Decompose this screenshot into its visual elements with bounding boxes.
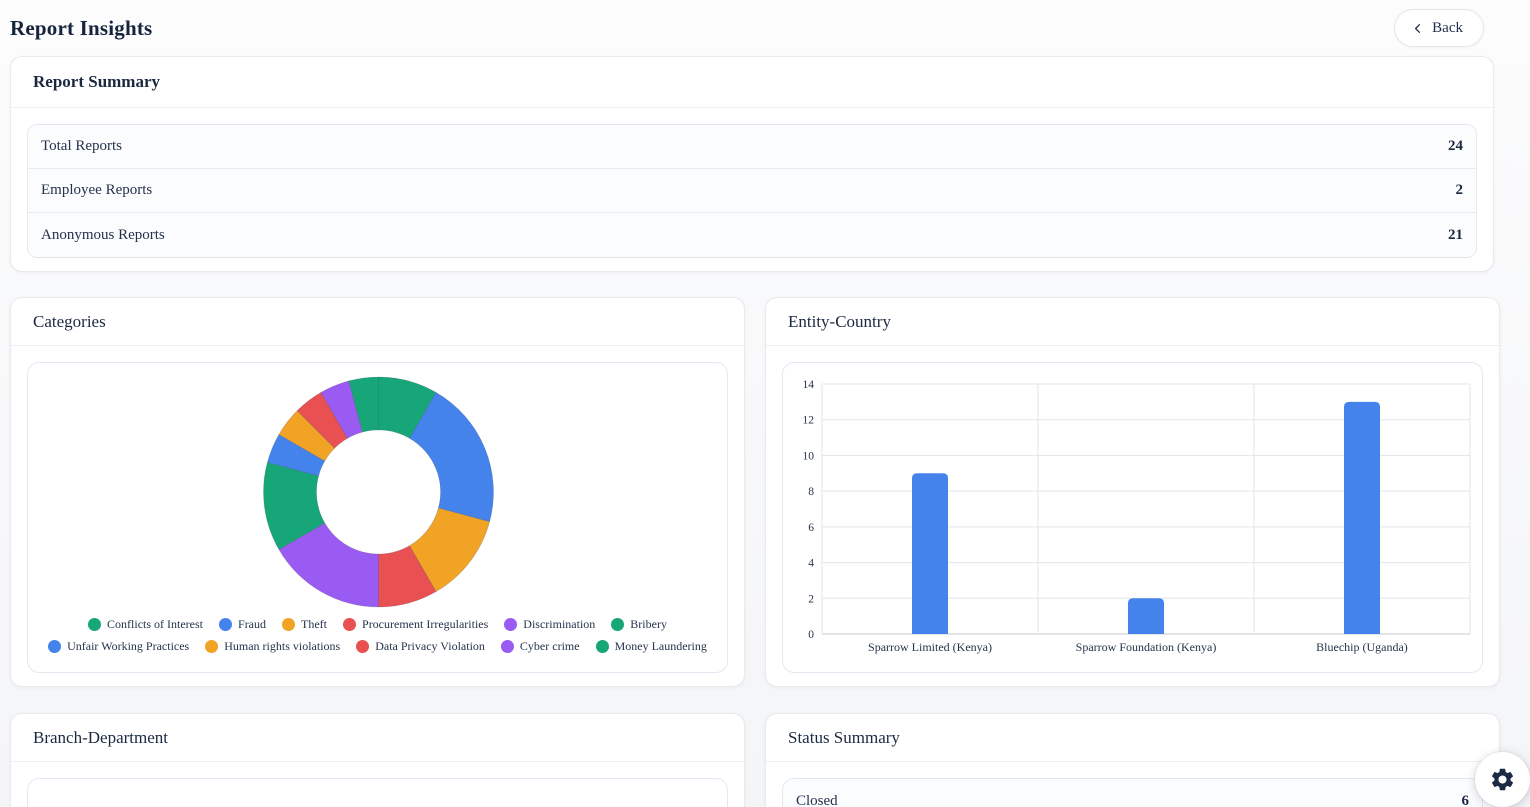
row-value: 2 bbox=[1456, 182, 1464, 199]
categories-card: Categories Conflicts of Interest Fraud The… bbox=[10, 297, 745, 687]
bar-category-label: Sparrow Limited (Kenya) bbox=[868, 640, 992, 654]
svg-text:12: 12 bbox=[803, 415, 815, 427]
categories-donut-chart: Conflicts of Interest Fraud Theft Procureme… bbox=[27, 362, 728, 673]
svg-text:6: 6 bbox=[808, 522, 814, 534]
bar bbox=[1128, 598, 1164, 634]
status-table: Closed 6 bbox=[783, 779, 1482, 807]
report-summary-header: Report Summary bbox=[11, 57, 1493, 108]
bar bbox=[1344, 402, 1380, 634]
legend-label: Theft bbox=[301, 617, 327, 632]
entity-country-header: Entity-Country bbox=[766, 298, 1499, 346]
page-title: Report Insights bbox=[10, 16, 152, 41]
legend-dot bbox=[356, 640, 369, 653]
row-value: 24 bbox=[1448, 138, 1463, 155]
legend-label: Money Laundering bbox=[615, 639, 707, 654]
row-value: 21 bbox=[1448, 227, 1463, 244]
bar bbox=[912, 473, 948, 634]
branch-department-header: Branch-Department bbox=[11, 714, 744, 762]
chevron-left-icon bbox=[1411, 22, 1424, 35]
settings-button[interactable] bbox=[1475, 752, 1530, 807]
legend-dot bbox=[504, 618, 517, 631]
report-summary-title: Report Summary bbox=[33, 72, 160, 92]
row-label: Employee Reports bbox=[41, 182, 152, 199]
branch-department-card: Branch-Department bbox=[10, 713, 745, 807]
legend-label: Data Privacy Violation bbox=[375, 639, 485, 654]
legend-dot bbox=[501, 640, 514, 653]
legend-label: Unfair Working Practices bbox=[67, 639, 189, 654]
legend-item: Unfair Working Practices bbox=[48, 639, 189, 654]
svg-text:0: 0 bbox=[808, 629, 814, 641]
legend-item: Cyber crime bbox=[501, 639, 580, 654]
svg-text:14: 14 bbox=[803, 379, 815, 391]
top-bar: Report Insights Back bbox=[10, 0, 1520, 56]
bar-category-label: Bluechip (Uganda) bbox=[1316, 640, 1408, 654]
svg-text:4: 4 bbox=[808, 558, 814, 570]
status-summary-card: Status Summary Closed 6 bbox=[765, 713, 1500, 807]
branch-department-chart bbox=[27, 778, 728, 807]
report-summary-body: Total Reports 24 Employee Reports 2 Anon… bbox=[11, 108, 1493, 272]
row-label: Anonymous Reports bbox=[41, 227, 165, 244]
report-summary-card: Report Summary Total Reports 24 Employee… bbox=[10, 56, 1494, 272]
row-label: Closed bbox=[796, 793, 838, 807]
table-row: Total Reports 24 bbox=[28, 125, 1476, 169]
legend-item: Bribery bbox=[611, 617, 667, 632]
back-label: Back bbox=[1432, 20, 1463, 37]
legend-item: Human rights violations bbox=[205, 639, 340, 654]
bottom-row: Branch-Department Status Summary Closed … bbox=[10, 713, 1520, 807]
row-value: 6 bbox=[1462, 793, 1470, 807]
report-insights-page: Report Insights Back Report Summary Tota… bbox=[0, 0, 1520, 807]
legend-item: Theft bbox=[282, 617, 327, 632]
entity-country-bar-chart: 0 2 4 6 8 10 12 14 Sparrow Limited (Kenya) Sparro… bbox=[782, 362, 1483, 673]
legend-item: Conflicts of Interest bbox=[88, 617, 203, 632]
svg-text:10: 10 bbox=[803, 450, 815, 462]
table-row: Closed 6 bbox=[783, 779, 1482, 807]
status-summary-table: Closed 6 bbox=[782, 778, 1483, 807]
charts-row: Categories Conflicts of Interest Fraud The… bbox=[10, 297, 1520, 687]
legend-dot bbox=[205, 640, 218, 653]
legend-dot bbox=[596, 640, 609, 653]
branch-department-title: Branch-Department bbox=[33, 728, 168, 748]
legend-item: Procurement Irregularities bbox=[343, 617, 488, 632]
legend-label: Human rights violations bbox=[224, 639, 340, 654]
legend-dot bbox=[282, 618, 295, 631]
entity-country-title: Entity-Country bbox=[788, 312, 891, 332]
legend-label: Conflicts of Interest bbox=[107, 617, 203, 632]
legend-dot bbox=[343, 618, 356, 631]
legend-dot bbox=[219, 618, 232, 631]
legend-dot bbox=[611, 618, 624, 631]
report-summary-table: Total Reports 24 Employee Reports 2 Anon… bbox=[27, 124, 1477, 258]
bar-category-label: Sparrow Foundation (Kenya) bbox=[1076, 640, 1217, 654]
categories-title: Categories bbox=[33, 312, 106, 332]
status-summary-header: Status Summary bbox=[766, 714, 1499, 762]
legend-label: Fraud bbox=[238, 617, 266, 632]
legend-label: Cyber crime bbox=[520, 639, 580, 654]
legend-label: Discrimination bbox=[523, 617, 595, 632]
svg-text:8: 8 bbox=[808, 486, 814, 498]
legend-dot bbox=[88, 618, 101, 631]
legend-dot bbox=[48, 640, 61, 653]
legend-item: Data Privacy Violation bbox=[356, 639, 485, 654]
status-summary-title: Status Summary bbox=[788, 728, 900, 748]
entity-country-card: Entity-Country 0 2 4 6 8 10 12 14 Sparrow Limite… bbox=[765, 297, 1500, 687]
row-label: Total Reports bbox=[41, 138, 122, 155]
back-button[interactable]: Back bbox=[1394, 9, 1484, 47]
legend-item: Money Laundering bbox=[596, 639, 707, 654]
gear-icon bbox=[1489, 766, 1516, 793]
legend-label: Procurement Irregularities bbox=[362, 617, 488, 632]
legend-item: Fraud bbox=[219, 617, 266, 632]
table-row: Anonymous Reports 21 bbox=[28, 213, 1476, 257]
table-row: Employee Reports 2 bbox=[28, 169, 1476, 213]
categories-header: Categories bbox=[11, 298, 744, 346]
svg-text:2: 2 bbox=[808, 593, 814, 605]
legend-item: Discrimination bbox=[504, 617, 595, 632]
legend-label: Bribery bbox=[630, 617, 667, 632]
donut-legend: Conflicts of Interest Fraud Theft Procureme… bbox=[28, 617, 727, 654]
